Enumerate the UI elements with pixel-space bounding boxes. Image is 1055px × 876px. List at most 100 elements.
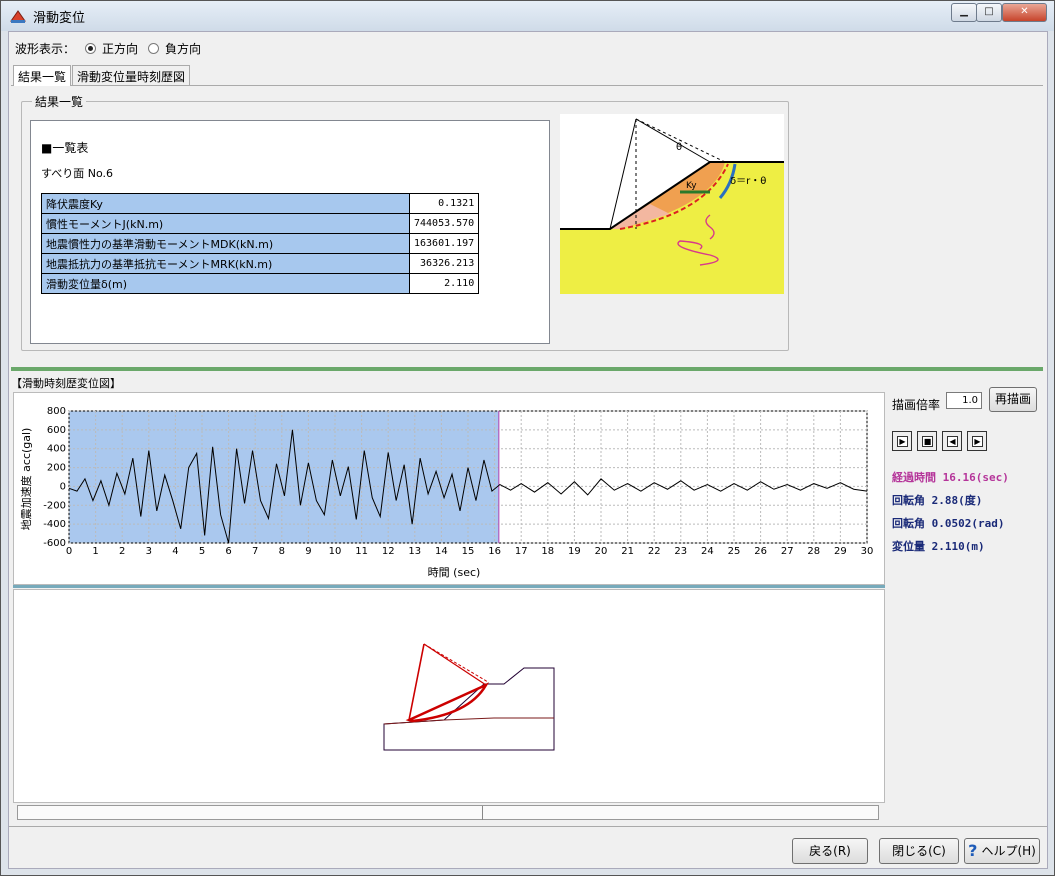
help-button-label: ヘルプ(H) <box>981 844 1036 858</box>
chart-xlabel: 時間 (sec) <box>428 566 481 579</box>
results-group-label: 結果一覧 <box>32 93 87 110</box>
x-tick-label: 19 <box>568 546 581 557</box>
close-button[interactable]: 閉じる(C) <box>879 838 959 864</box>
x-tick-label: 8 <box>279 546 285 557</box>
x-tick-label: 7 <box>252 546 258 557</box>
tab-bar: 結果一覧 滑動変位量時刻歴図 <box>13 65 191 86</box>
x-tick-label: 0 <box>66 546 72 557</box>
x-tick-label: 4 <box>172 546 178 557</box>
elapsed-time: 経過時間 16.16(sec) <box>892 471 1009 484</box>
table-row: 慣性モーメントJ(kN.m) 744053.570 <box>41 213 480 234</box>
theta-label: θ <box>676 142 682 153</box>
window-title: 滑動変位 <box>33 11 86 26</box>
row-label: 慣性モーメントJ(kN.m) <box>41 213 410 234</box>
x-tick-label: 29 <box>834 546 847 557</box>
table-row: 滑動変位量δ(m) 2.110 <box>41 273 480 294</box>
main-window: 滑動変位 ▁ □ ✕ 波形表示： 正方向 負方向 結果一覧 滑動変位量時刻歴図 … <box>0 0 1055 876</box>
slip-surface-label: すべり面 No.6 <box>41 167 113 180</box>
acceleration-chart: 0 1 2 3 4 5 6 7 8 9 10 11 12 13 14 15 16 17 18 19 20 21 22 23 24… <box>13 392 885 585</box>
rotation-radians: 回転角 0.0502(rad) <box>892 517 1005 530</box>
x-tick-label: 11 <box>355 546 368 557</box>
play-icon: ▶ <box>897 436 908 447</box>
y-tick-label: 0 <box>60 481 66 492</box>
x-tick-label: 13 <box>408 546 421 557</box>
redraw-button[interactable]: 再描画 <box>989 387 1037 412</box>
x-tick-label: 5 <box>199 546 205 557</box>
x-tick-label: 14 <box>435 546 448 557</box>
radio-positive[interactable] <box>85 42 97 54</box>
y-tick-label: -400 <box>43 519 66 530</box>
x-tick-label: 18 <box>541 546 554 557</box>
results-table: 降伏震度Ky 0.1321 慣性モーメントJ(kN.m) 744053.570 … <box>41 193 480 294</box>
row-value: 744053.570 <box>408 213 480 234</box>
x-tick-label: 30 <box>861 546 874 557</box>
table-row: 地震慣性力の基準滑動モーメントMDK(kN.m) 163601.197 <box>41 233 480 254</box>
splitter-bar[interactable] <box>11 367 1043 371</box>
y-tick-label: -600 <box>43 538 66 549</box>
minimize-button[interactable]: ▁ <box>951 3 977 22</box>
row-label: 地震慣性力の基準滑動モーメントMDK(kN.m) <box>41 233 410 254</box>
tab-results[interactable]: 結果一覧 <box>13 65 72 86</box>
ky-label: Ky <box>686 181 697 191</box>
row-label: 降伏震度Ky <box>41 193 410 214</box>
timeline-scrollbar[interactable] <box>17 805 879 820</box>
x-tick-label: 1 <box>92 546 98 557</box>
title-bar: 滑動変位 ▁ □ ✕ <box>1 1 1054 31</box>
y-tick-label: 600 <box>47 425 66 436</box>
radio-negative[interactable] <box>148 42 160 54</box>
tab-displacement-history[interactable]: 滑動変位量時刻歴図 <box>72 65 191 85</box>
y-tick-label: -200 <box>43 500 66 511</box>
help-button[interactable]: ? ヘルプ(H) <box>964 838 1040 864</box>
step-back-icon: ◀ <box>947 436 958 447</box>
step-back-button[interactable]: ◀ <box>942 431 962 451</box>
wave-display-label: 波形表示： <box>15 41 76 56</box>
help-icon: ? <box>968 841 978 860</box>
acceleration-chart-svg: 0 1 2 3 4 5 6 7 8 9 10 11 12 13 14 15 16 17 18 19 20 21 22 23 24… <box>19 406 874 579</box>
step-forward-button[interactable]: ▶ <box>967 431 987 451</box>
row-value: 163601.197 <box>408 233 480 254</box>
x-tick-label: 24 <box>701 546 714 557</box>
slope-diagram: θ Ky δ＝r・θ <box>560 114 784 294</box>
x-tick-label: 3 <box>146 546 152 557</box>
zoom-label: 描画倍率 <box>892 398 941 412</box>
table-title: ■一覧表 <box>41 141 89 155</box>
table-row: 降伏震度Ky 0.1321 <box>41 193 480 214</box>
radio-negative-label[interactable]: 負方向 <box>165 40 201 57</box>
y-tick-label: 400 <box>47 444 66 455</box>
y-tick-label: 800 <box>47 406 66 417</box>
scrollbar-thumb[interactable] <box>482 806 492 820</box>
row-label: 地震抵抗力の基準抵抗モーメントMRK(kN.m) <box>41 253 410 274</box>
maximize-button[interactable]: □ <box>976 3 1002 22</box>
x-tick-label: 16 <box>488 546 501 557</box>
step-forward-icon: ▶ <box>972 436 983 447</box>
results-group: 結果一覧 ■一覧表 すべり面 No.6 降伏震度Ky 0.1321 慣性モーメン… <box>21 93 789 351</box>
displacement-value: 変位量 2.110(m) <box>892 540 985 553</box>
play-button[interactable]: ▶ <box>892 431 912 451</box>
x-tick-label: 9 <box>305 546 311 557</box>
x-tick-label: 22 <box>648 546 661 557</box>
close-window-button[interactable]: ✕ <box>1002 3 1047 22</box>
table-row: 地震抵抗力の基準抵抗モーメントMRK(kN.m) 36326.213 <box>41 253 480 274</box>
zoom-input[interactable]: 1.0 <box>946 392 982 409</box>
x-tick-label: 28 <box>807 546 820 557</box>
results-table-box: ■一覧表 すべり面 No.6 降伏震度Ky 0.1321 慣性モーメントJ(kN… <box>30 120 550 344</box>
x-tick-label: 17 <box>515 546 528 557</box>
back-button[interactable]: 戻る(R) <box>792 838 868 864</box>
x-tick-label: 27 <box>781 546 794 557</box>
y-tick-label: 200 <box>47 463 66 474</box>
row-label: 滑動変位量δ(m) <box>41 273 410 294</box>
row-value: 0.1321 <box>408 193 480 214</box>
slope-animation <box>13 589 885 803</box>
x-tick-label: 23 <box>674 546 687 557</box>
x-tick-label: 15 <box>462 546 475 557</box>
app-icon <box>10 10 26 23</box>
x-tick-label: 6 <box>225 546 231 557</box>
x-tick-label: 10 <box>329 546 342 557</box>
chart-separator <box>13 585 885 588</box>
stop-icon: ■ <box>922 436 933 447</box>
stop-button[interactable]: ■ <box>917 431 937 451</box>
chart-ylabel: 地震加速度 acc(gal) <box>19 428 33 531</box>
radio-positive-label[interactable]: 正方向 <box>102 40 138 57</box>
x-tick-label: 2 <box>119 546 125 557</box>
rotation-degrees: 回転角 2.88(度) <box>892 494 983 507</box>
